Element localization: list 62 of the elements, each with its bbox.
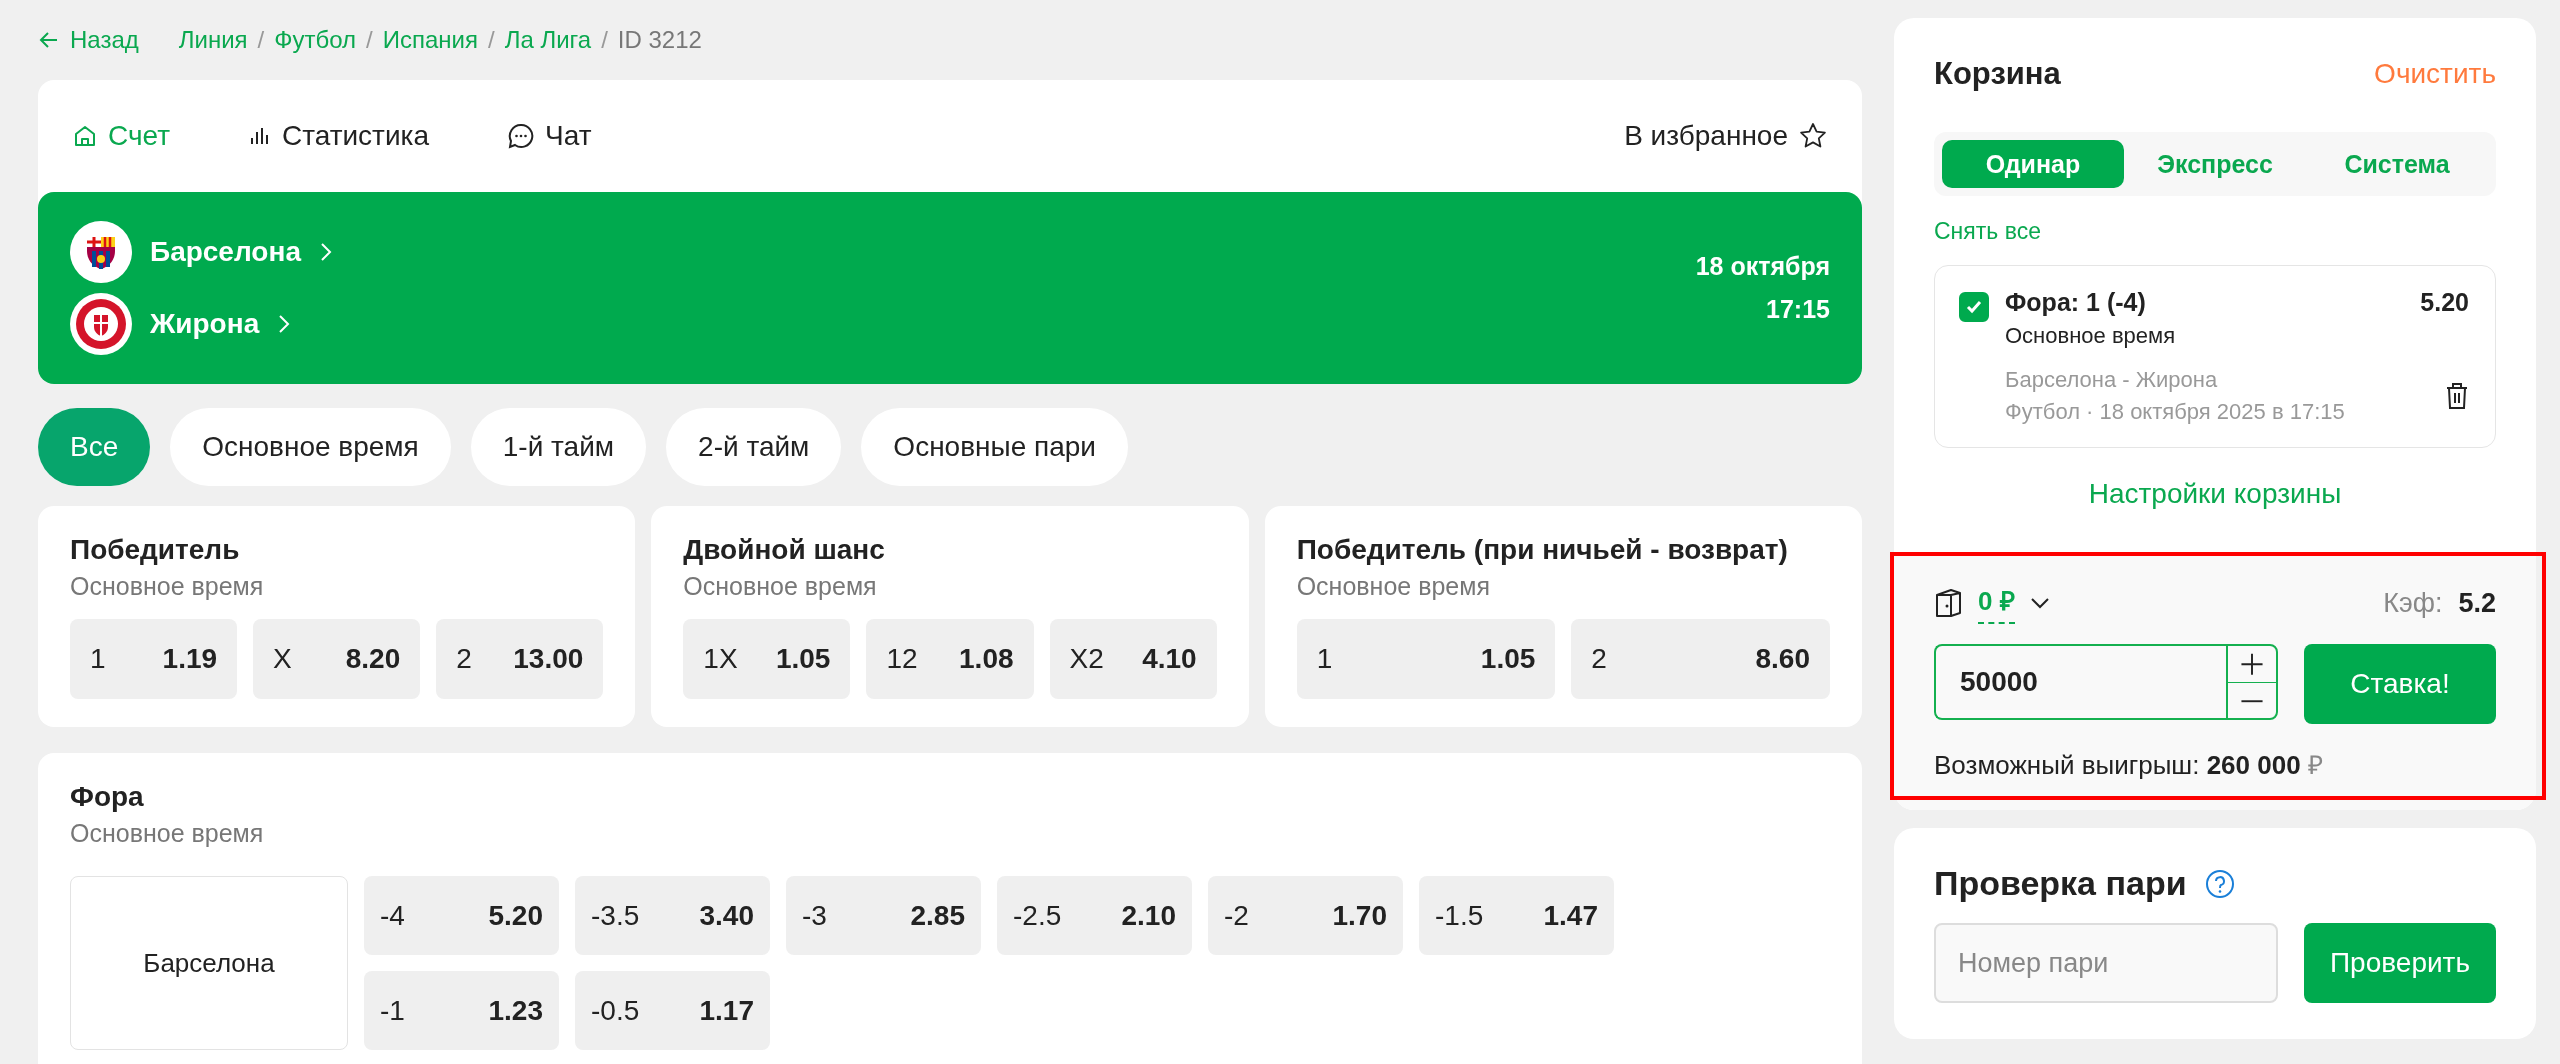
market-title: Фора [70, 781, 145, 813]
filter-chip[interactable]: Основное время [170, 408, 451, 486]
match-tab[interactable]: Статистика [247, 120, 430, 152]
breadcrumb-separator: / [601, 26, 608, 54]
chevron-down-icon[interactable] [2028, 596, 2051, 610]
match-date: 18 октября [1695, 252, 1830, 281]
checkbox[interactable] [1959, 292, 1989, 322]
coef-label: Кэф: [2383, 587, 2443, 619]
bet-odds: 5.20 [2420, 288, 2469, 317]
match-tab[interactable]: Чат [507, 120, 592, 152]
odds-button[interactable]: X 8.20 [253, 619, 421, 699]
home-icon [72, 123, 98, 149]
bet-title: Фора: 1 (-4) [2005, 288, 2146, 317]
market-title: Двойной шанс [683, 534, 886, 566]
coef-value: 5.2 [2458, 587, 2496, 619]
trash-icon[interactable] [2445, 382, 2469, 410]
wallet-icon [1934, 587, 1964, 619]
odds-button[interactable]: -1.5 1.47 [1419, 876, 1614, 955]
odds-button[interactable]: -1 1.23 [364, 971, 559, 1050]
market-period: Основное время [70, 572, 265, 601]
stake-field[interactable]: 50000 [1934, 644, 2226, 720]
chevron-right-icon [318, 241, 333, 263]
odds-button[interactable]: X2 4.10 [1049, 619, 1217, 699]
bet-period: Основное время [2005, 323, 2177, 349]
favorite-button[interactable]: В избранное [1624, 120, 1828, 152]
odds-button[interactable]: -3 2.85 [786, 876, 981, 955]
market-title: Победитель (при ничьей - возврат) [1296, 534, 1789, 566]
filter-chip[interactable]: Основные пари [861, 408, 1128, 486]
odds-button[interactable]: -4 5.20 [364, 876, 559, 955]
market-title: Победитель [70, 534, 241, 566]
breadcrumb-separator: / [366, 26, 373, 54]
page-id-label: ID 3212 [617, 26, 702, 54]
bet-number-field[interactable]: Номер пари [1934, 923, 2278, 1003]
odds-button[interactable]: 2 8.60 [1571, 619, 1830, 699]
odds-button[interactable]: 1 1.19 [70, 619, 238, 699]
bet-check-title: Проверка пари [1934, 864, 2187, 903]
odds-button[interactable]: -0.5 1.17 [575, 971, 770, 1050]
possible-win: Возможный выигрыш: 260 000 ₽ [1934, 749, 2324, 782]
odds-button[interactable]: -3.5 3.40 [575, 876, 770, 955]
market-period: Основное время [683, 572, 878, 601]
odds-button[interactable]: 2 13.00 [436, 619, 604, 699]
filter-chip[interactable]: 1-й тайм [470, 408, 647, 486]
help-icon[interactable] [2204, 868, 2235, 899]
cart-title: Корзина [1934, 56, 2061, 92]
team-cell: Барселона [70, 876, 348, 1050]
odds-button[interactable]: 12 1.08 [866, 619, 1034, 699]
odds-button[interactable]: -2.5 2.10 [997, 876, 1192, 955]
chevron-right-icon [277, 313, 292, 335]
crest-icon [70, 221, 132, 283]
filter-chip[interactable]: 2-й тайм [666, 408, 842, 486]
match-time: 17:15 [1766, 295, 1830, 324]
odds-button[interactable]: -2 1.70 [1208, 876, 1403, 955]
odds-button[interactable]: 1 1.05 [1296, 619, 1556, 699]
odds-button[interactable]: 1X 1.05 [683, 619, 851, 699]
breadcrumb-separator: / [257, 26, 265, 54]
breadcrumb-separator: / [488, 26, 495, 54]
market-period: Основное время [70, 819, 265, 848]
chat-icon [507, 122, 536, 150]
bet-details: Футбол · 18 октября 2025 в 17:15 [2005, 399, 2345, 425]
market-period: Основное время [1296, 572, 1491, 601]
bet-match: Барселона - Жирона [2005, 367, 2219, 393]
crest-icon [70, 293, 132, 355]
